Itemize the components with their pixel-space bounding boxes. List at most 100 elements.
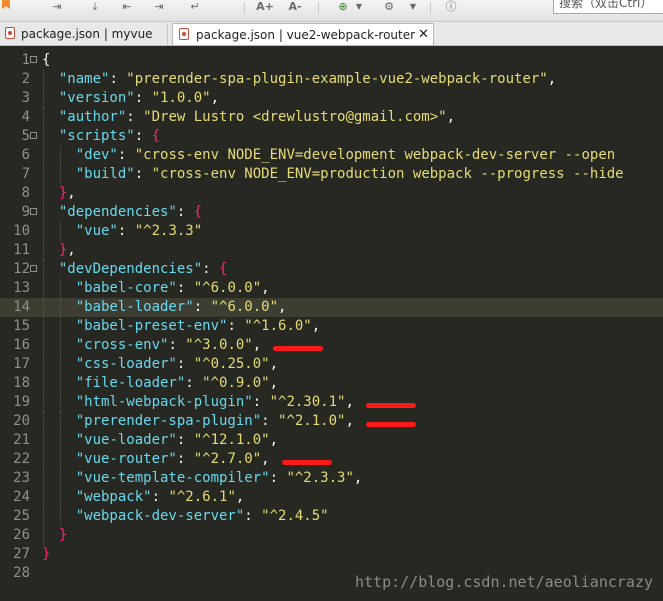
line-number: 23 [13, 470, 30, 486]
json-string: "prerender-spa-plugin-example-vue2-webpa… [126, 71, 548, 87]
close-icon[interactable]: ✕ [418, 24, 429, 46]
font-increase-icon[interactable]: A+ [256, 0, 274, 14]
code-text: "html-webpack-plugin": "^2.30.1", [42, 393, 354, 412]
line-number: 25 [13, 508, 30, 524]
code-line[interactable]: 21 "vue-loader": "^12.1.0", [0, 431, 663, 450]
collapse-left-icon[interactable]: ⇤ [118, 0, 136, 14]
code-line[interactable]: 27} [0, 545, 663, 564]
json-key: "html-webpack-plugin" [75, 394, 253, 410]
json-punctuation: : [176, 451, 194, 467]
json-punctuation: : [117, 223, 135, 239]
bookmark-icon[interactable] [2, 0, 10, 9]
expand-right-icon[interactable]: ⇥ [150, 0, 168, 14]
fold-toggle-icon[interactable] [30, 208, 37, 215]
code-line[interactable]: 5 "scripts": { [0, 127, 663, 146]
json-key: "webpack-dev-server" [75, 508, 245, 524]
json-punctuation: : [151, 489, 169, 505]
json-string: "^2.1.0" [278, 413, 346, 429]
json-file-icon [5, 27, 15, 39]
line-number: 14 [13, 299, 30, 315]
code-editor[interactable]: 1{2 "name": "prerender-spa-plugin-exampl… [0, 46, 663, 601]
json-punctuation: , [345, 413, 354, 429]
code-line[interactable]: 7 "build": "cross-env NODE_ENV=productio… [0, 165, 663, 184]
tab-package-json-myvue[interactable]: package.json | myvue [0, 23, 168, 45]
red-underline-html-webpack-plugin [365, 403, 416, 408]
json-key: "babel-loader" [75, 299, 194, 315]
line-number: 10 [13, 223, 30, 239]
json-string: "^6.0.0" [193, 280, 262, 296]
json-punctuation: : [134, 166, 152, 182]
code-line[interactable]: 4 "author": "Drew Lustro <drewlustro@gma… [0, 108, 663, 127]
search-input[interactable]: 搜索（双击Ctrl） [553, 0, 663, 14]
json-key: "prerender-spa-plugin" [75, 413, 262, 429]
code-line[interactable]: 16 "cross-env": "^3.0.0", [0, 336, 663, 355]
json-punctuation: , [210, 90, 220, 106]
json-key: "dev" [75, 147, 118, 163]
plugin-dropdown-icon[interactable]: ▼ [350, 0, 368, 14]
download-icon[interactable]: ⤓ [86, 0, 104, 14]
settings-icon[interactable]: ⚙ [380, 0, 398, 14]
fold-toggle-icon[interactable] [30, 265, 37, 272]
json-key: "scripts" [58, 128, 135, 144]
code-text: "dev": "cross-env NODE_ENV=development w… [42, 146, 615, 165]
json-punctuation: : [261, 413, 279, 429]
word-wrap-icon[interactable]: ↵ [186, 0, 204, 14]
code-line[interactable]: 25 "webpack-dev-server": "^2.4.5" [0, 507, 663, 526]
settings-dropdown-icon[interactable]: ▼ [404, 0, 422, 14]
code-text: "webpack-dev-server": "^2.4.5" [42, 507, 329, 526]
code-line[interactable]: 20 "prerender-spa-plugin": "^2.1.0", [0, 412, 663, 431]
code-line[interactable]: 19 "html-webpack-plugin": "^2.30.1", [0, 393, 663, 412]
line-number: 22 [13, 451, 30, 467]
fold-toggle-icon[interactable] [30, 132, 37, 139]
toolbar-separator [430, 2, 431, 14]
tab-label: package.json | vue2-webpack-router [196, 28, 416, 42]
fold-toggle-icon[interactable] [30, 56, 37, 63]
code-line[interactable]: 2 "name": "prerender-spa-plugin-example-… [0, 70, 663, 89]
json-punctuation: : [126, 109, 144, 125]
code-line[interactable]: 12 "devDependencies": { [0, 260, 663, 279]
json-punctuation: : [176, 356, 194, 372]
code-line[interactable]: 23 "vue-template-compiler": "^2.3.3", [0, 469, 663, 488]
code-text: "vue": "^2.3.3" [42, 222, 202, 241]
json-string: "^2.7.0" [193, 451, 262, 467]
code-line[interactable]: 24 "webpack": "^2.6.1", [0, 488, 663, 507]
red-underline-prerender-spa-plugin [365, 422, 416, 427]
code-line[interactable]: 9 "dependencies": { [0, 203, 663, 222]
json-punctuation: , [278, 299, 287, 315]
code-text: "file-loader": "^0.9.0", [42, 374, 278, 393]
code-line[interactable]: 15 "babel-preset-env": "^1.6.0", [0, 317, 663, 336]
json-punctuation: : [168, 337, 186, 353]
code-line[interactable]: 11 }, [0, 241, 663, 260]
tab-package-json-vue2-webpack-router[interactable]: package.json | vue2-webpack-router ✕ [172, 23, 434, 45]
line-number: 13 [13, 280, 30, 296]
json-punctuation: { [193, 204, 203, 220]
json-key: "vue" [75, 223, 118, 239]
code-line[interactable]: 14 "babel-loader": "^6.0.0", [0, 298, 663, 317]
code-line[interactable]: 26 } [0, 526, 663, 545]
code-line[interactable]: 10 "vue": "^2.3.3" [0, 222, 663, 241]
info-icon[interactable]: ⓘ [442, 0, 460, 14]
code-line[interactable]: 22 "vue-router": "^2.7.0", [0, 450, 663, 469]
json-key: "vue-template-compiler" [75, 470, 270, 486]
indent-icon[interactable]: ⇥ [48, 0, 66, 14]
toolbar: ⇥ ⤓ ⇤ ⇥ ↵ A+ A- ⊕ ▼ ⚙ ▼ ⓘ 搜索（双击Ctrl） [0, 0, 663, 22]
line-number: 20 [13, 413, 30, 429]
font-decrease-icon[interactable]: A- [286, 0, 304, 14]
code-line[interactable]: 18 "file-loader": "^0.9.0", [0, 374, 663, 393]
json-string: "^2.4.5" [261, 508, 329, 524]
code-line[interactable]: 8 }, [0, 184, 663, 203]
line-number: 17 [13, 356, 30, 372]
code-text: { [42, 51, 50, 70]
code-text: "css-loader": "^0.25.0", [42, 355, 278, 374]
json-punctuation: , [261, 280, 270, 296]
code-line[interactable]: 13 "babel-core": "^6.0.0", [0, 279, 663, 298]
json-punctuation: : [269, 470, 287, 486]
code-line[interactable]: 1{ [0, 51, 663, 70]
json-punctuation: , [311, 318, 321, 334]
code-line[interactable]: 3 "version": "1.0.0", [0, 89, 663, 108]
line-number: 2 [21, 71, 30, 87]
code-line[interactable]: 17 "css-loader": "^0.25.0", [0, 355, 663, 374]
json-file-icon [179, 28, 189, 40]
code-line[interactable]: 6 "dev": "cross-env NODE_ENV=development… [0, 146, 663, 165]
json-string: "^12.1.0" [193, 432, 270, 448]
